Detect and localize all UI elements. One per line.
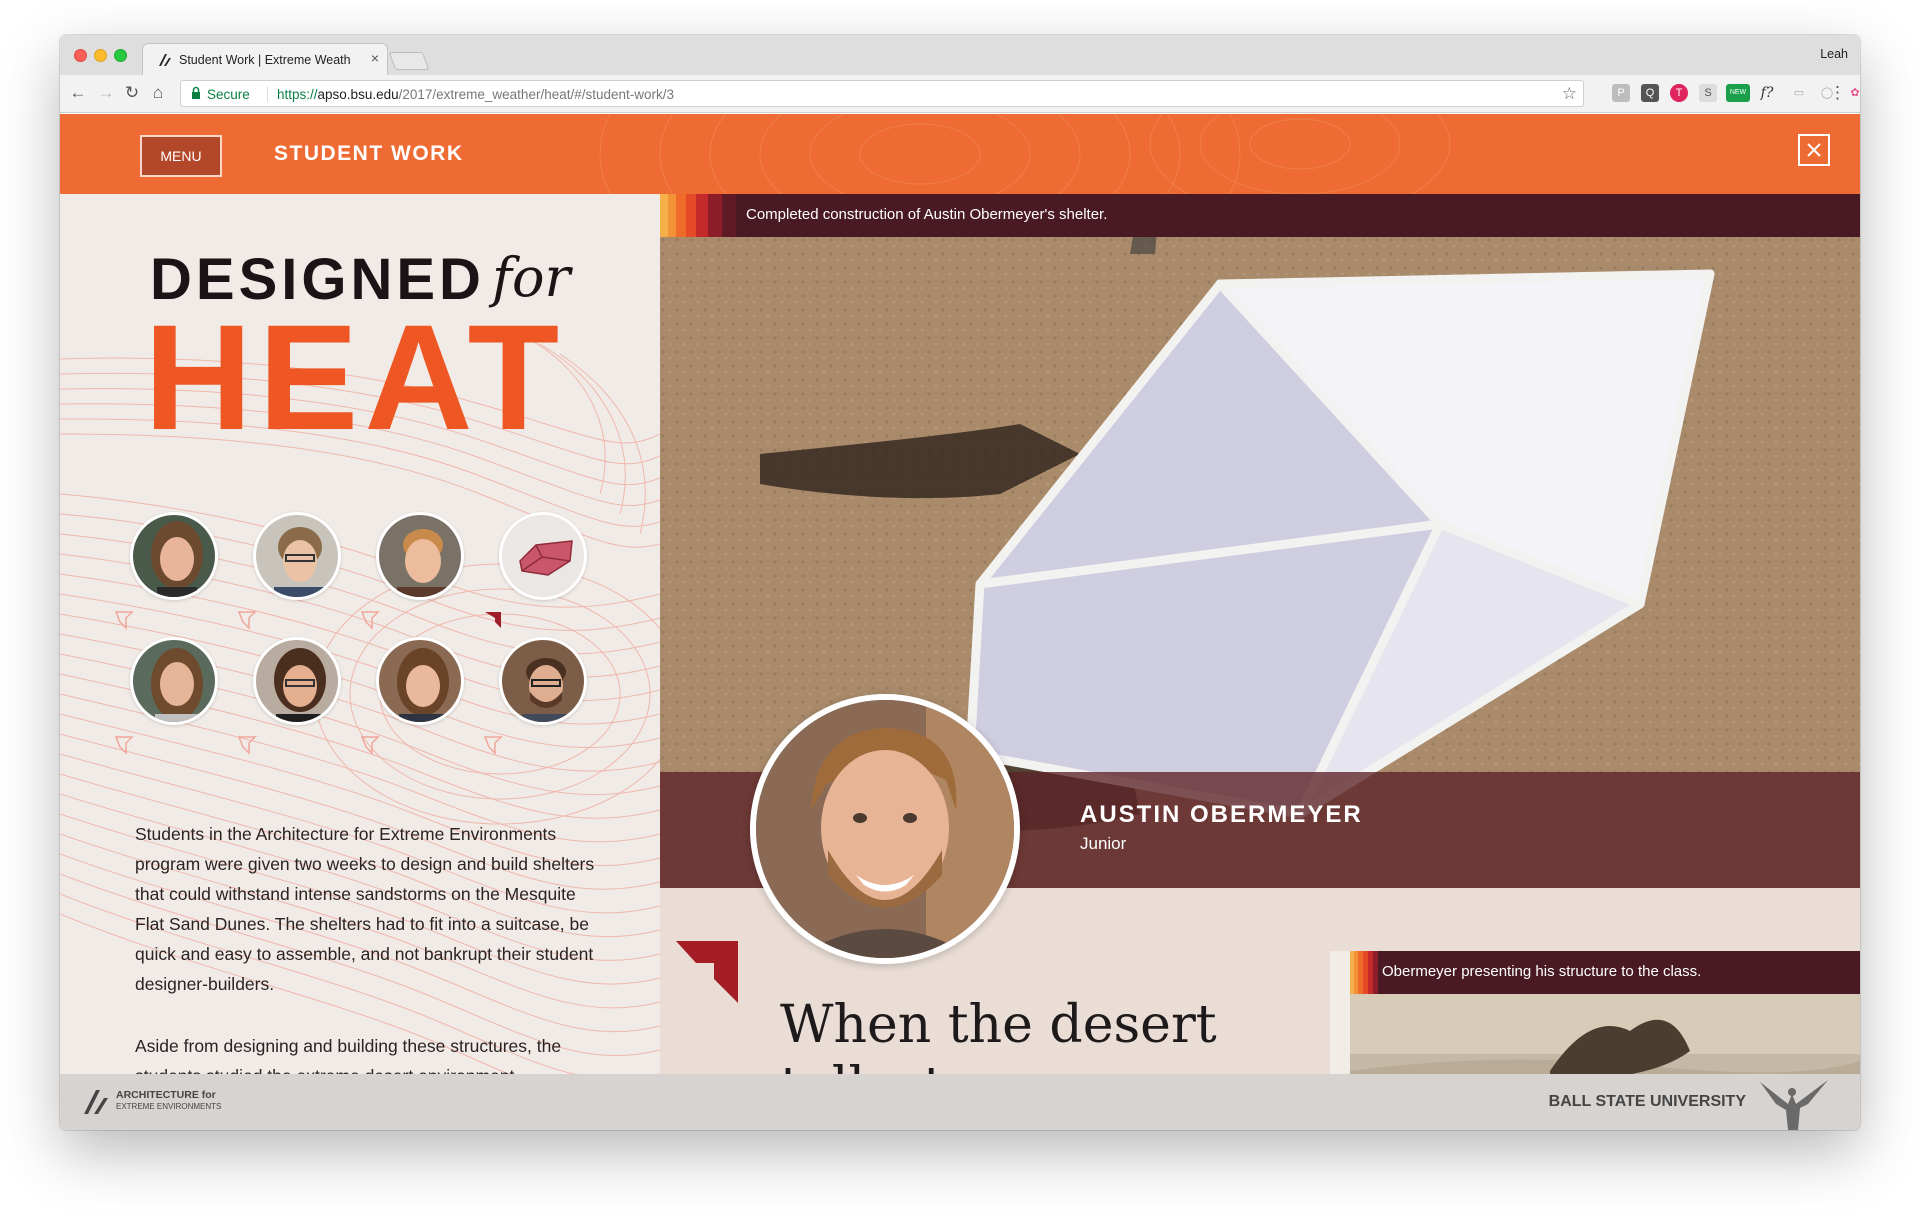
extension-fonts-icon[interactable]: f? <box>1758 84 1776 102</box>
site-footer: ARCHITECTURE for EXTREME ENVIRONMENTS BA… <box>60 1074 1860 1130</box>
home-icon[interactable]: ⌂ <box>148 83 168 103</box>
arrow-outline-icon <box>237 611 257 630</box>
logo-line-1: ARCHITECTURE for <box>116 1089 216 1101</box>
logo-line-2: EXTREME ENVIRONMENTS <box>116 1102 222 1111</box>
intro-panel: DESIGNED for HEAT Students in the Archit… <box>60 194 660 1130</box>
tab-close-icon[interactable]: × <box>371 50 379 66</box>
caption-stripe-decoration <box>660 194 736 237</box>
arrow-outline-icon <box>114 611 134 630</box>
thumb-caption-bar: Obermeyer presenting his structure to th… <box>1350 951 1860 994</box>
browser-toolbar: ← → ↻ ⌂ Secure https://apso.bsu.edu/2017… <box>60 75 1860 113</box>
url-scheme: https:// <box>277 87 318 102</box>
photo-caption-bar: Completed construction of Austin Obermey… <box>660 194 1860 237</box>
browser-titlebar: Student Work | Extreme Weath × Leah <box>60 35 1860 75</box>
program-logo-text[interactable]: ARCHITECTURE for EXTREME ENVIRONMENTS <box>116 1090 221 1112</box>
close-icon <box>1807 143 1821 157</box>
page-title: STUDENT WORK <box>274 142 464 165</box>
maximize-window-button[interactable] <box>114 49 127 62</box>
omnibox-divider <box>267 86 268 102</box>
site-header: MENU STUDENT WORK <box>60 114 1860 194</box>
extension-t-icon[interactable]: T <box>1670 84 1688 102</box>
hero-heat: HEAT <box>144 293 566 461</box>
web-page: MENU STUDENT WORK DESIGNED for HEAT Stud… <box>60 114 1860 1130</box>
thumb-caption: Obermeyer presenting his structure to th… <box>1382 963 1702 980</box>
menu-button[interactable]: MENU <box>140 135 222 177</box>
extension-s-icon[interactable]: S <box>1699 84 1717 102</box>
profile-name[interactable]: Leah <box>1820 47 1848 61</box>
reload-icon[interactable]: ↻ <box>122 83 142 103</box>
extension-q-icon[interactable]: Q <box>1641 84 1659 102</box>
address-bar[interactable]: Secure https://apso.bsu.edu/2017/extreme… <box>180 80 1584 107</box>
new-tab-button[interactable] <box>388 52 430 70</box>
intro-paragraph-1: Students in the Architecture for Extreme… <box>135 824 595 994</box>
secure-label: Secure <box>207 87 250 102</box>
student-avatar-5[interactable] <box>130 637 218 725</box>
university-name[interactable]: BALL STATE UNIVERSITY <box>1549 1093 1746 1111</box>
student-feature: Completed construction of Austin Obermey… <box>660 194 1860 1130</box>
bookmark-star-icon[interactable]: ☆ <box>1562 84 1577 104</box>
arrow-active-icon <box>485 612 501 628</box>
student-avatar-6[interactable] <box>253 637 341 725</box>
url-path: /2017/extreme_weather/heat/#/student-wor… <box>398 87 675 102</box>
student-avatar-4-model[interactable] <box>499 512 587 600</box>
photo-caption: Completed construction of Austin Obermey… <box>746 206 1108 223</box>
student-avatar-3[interactable] <box>376 512 464 600</box>
student-avatar-8[interactable] <box>499 637 587 725</box>
arrow-outline-icon <box>360 611 380 630</box>
student-avatar-7[interactable] <box>376 637 464 725</box>
arrow-outline-icon <box>114 736 134 755</box>
arrow-outline-icon <box>360 736 380 755</box>
site-favicon-icon <box>159 54 171 66</box>
url-host: apso.bsu.edu <box>317 87 399 102</box>
extension-box-icon[interactable]: ▭ <box>1790 84 1808 102</box>
extension-new-icon[interactable]: NEW <box>1726 84 1750 102</box>
url-text[interactable]: https://apso.bsu.edu/2017/extreme_weathe… <box>277 87 674 102</box>
tab-title: Student Work | Extreme Weath <box>179 53 351 67</box>
lock-icon <box>192 86 200 99</box>
student-portrait <box>750 694 1020 964</box>
arrow-outline-icon <box>483 736 503 755</box>
close-window-button[interactable] <box>74 49 87 62</box>
student-avatar-2[interactable] <box>253 512 341 600</box>
program-logo-icon[interactable] <box>82 1088 112 1116</box>
close-overlay-button[interactable] <box>1798 134 1830 166</box>
beneficence-statue-icon <box>1760 1080 1828 1130</box>
student-name: AUSTIN OBERMEYER <box>1080 801 1363 828</box>
arrow-outline-icon <box>237 736 257 755</box>
browser-menu-icon[interactable]: ⋮ <box>1829 83 1846 103</box>
portrait-photo <box>756 700 1014 958</box>
minimize-window-button[interactable] <box>94 49 107 62</box>
browser-window: Student Work | Extreme Weath × Leah ← → … <box>60 35 1860 1130</box>
back-icon[interactable]: ← <box>68 83 88 103</box>
extension-p-icon[interactable]: P <box>1612 84 1630 102</box>
extension-color-icon[interactable]: ✿ <box>1846 84 1860 102</box>
student-avatar-1[interactable] <box>130 512 218 600</box>
browser-tab[interactable]: Student Work | Extreme Weath × <box>142 43 388 75</box>
red-arrow-icon <box>676 941 738 1003</box>
forward-icon[interactable]: → <box>96 83 116 103</box>
student-year: Junior <box>1080 834 1127 853</box>
caption-stripe-decoration <box>1350 951 1378 994</box>
